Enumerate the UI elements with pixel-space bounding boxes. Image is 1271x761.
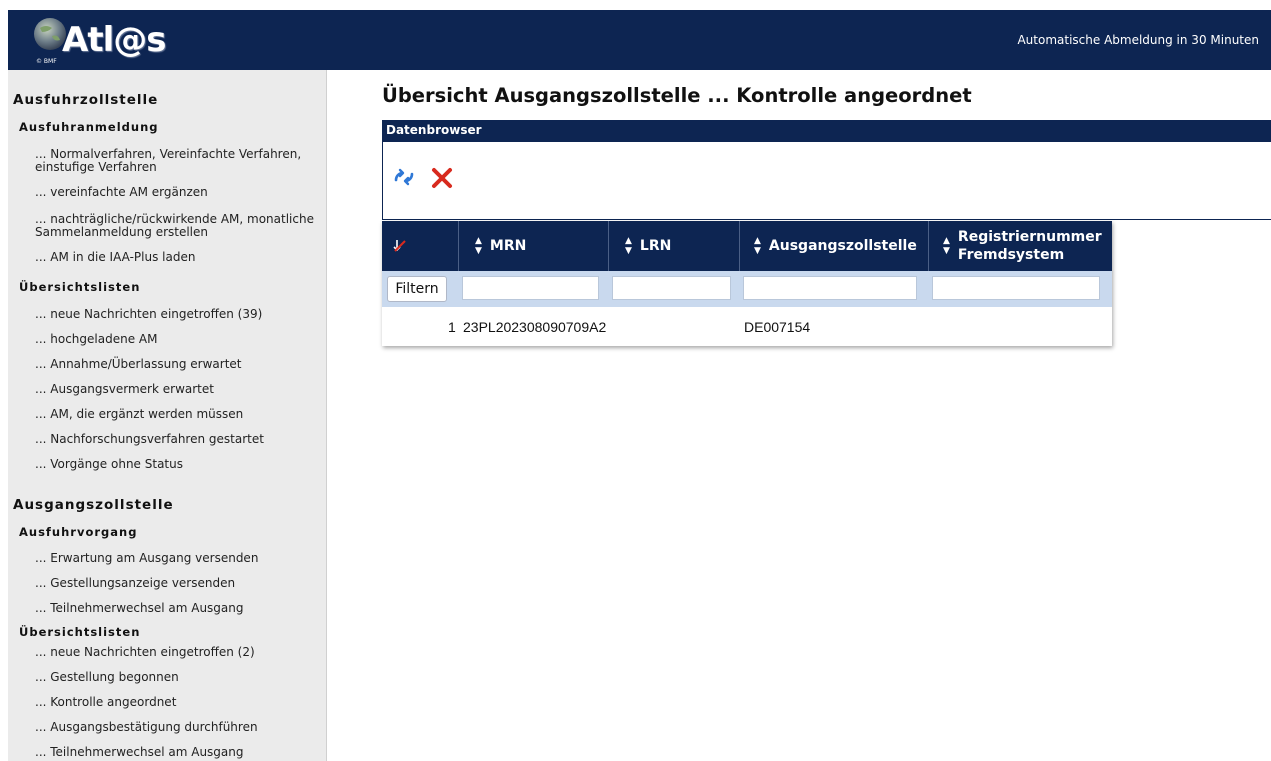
column-header-mrn[interactable]: ▲ ▼ MRN <box>459 221 609 271</box>
sidebar-section-title: Ausfuhrzollstelle <box>13 92 159 108</box>
sidebar-group-title: Übersichtslisten <box>19 625 141 639</box>
sidebar-item-teilnehmerwechsel[interactable]: ... Teilnehmerwechsel am Ausgang <box>35 602 320 615</box>
filter-input-registriernummer[interactable] <box>932 276 1100 300</box>
page: Atl@s © BMF Automatische Abmeldung in 30… <box>8 10 1271 761</box>
clear-sort-icon <box>393 240 406 252</box>
sidebar-group-title: Ausfuhrvorgang <box>19 525 138 539</box>
filter-row: Filtern <box>382 271 1112 307</box>
column-label-registriernummer: Registriernummer Fremdsystem <box>957 229 1102 263</box>
sidebar-group-title: Übersichtslisten <box>19 280 141 294</box>
clear-sort-column[interactable] <box>382 221 459 271</box>
refresh-icon[interactable] <box>392 165 416 189</box>
column-header-lrn[interactable]: ▲ ▼ LRN <box>609 221 740 271</box>
grid-header: ▲ ▼ MRN ▲ ▼ LRN ▲ ▼ Ausgangszollstelle ▲ ▼ R… <box>382 221 1112 271</box>
data-browser-panel: Datenbrowser <box>382 120 1271 220</box>
column-label-mrn: MRN <box>489 238 527 254</box>
sidebar-item-gestellung-begonnen[interactable]: ... Gestellung begonnen <box>35 671 320 684</box>
sort-icon: ▲ ▼ <box>625 236 632 256</box>
filter-input-ausgangszollstelle[interactable] <box>743 276 917 300</box>
sort-icon: ▲ ▼ <box>754 236 761 256</box>
column-label-ausgangszollstelle: Ausgangszollstelle <box>768 238 917 254</box>
sidebar-item-kontrolle-angeordnet[interactable]: ... Kontrolle angeordnet <box>35 696 320 709</box>
filter-input-mrn[interactable] <box>462 276 599 300</box>
data-grid: ▲ ▼ MRN ▲ ▼ LRN ▲ ▼ Ausgangszollstelle ▲ ▼ R… <box>382 221 1112 346</box>
column-header-ausgangszollstelle[interactable]: ▲ ▼ Ausgangszollstelle <box>740 221 929 271</box>
sidebar-item-vereinfachte-am-ergaenzen[interactable]: ... vereinfachte AM ergänzen <box>35 186 320 199</box>
sidebar-item-hochgeladene-am[interactable]: ... hochgeladene AM <box>35 333 320 346</box>
sidebar-nav: Ausfuhrzollstelle Ausfuhranmeldung ... N… <box>8 70 327 761</box>
row-number: 1 <box>448 319 456 335</box>
sidebar-item-am-iaa-plus-laden[interactable]: ... AM in die IAA-Plus laden <box>35 251 320 264</box>
sidebar-item-teilnehmerwechsel-2[interactable]: ... Teilnehmerwechsel am Ausgang <box>35 746 320 759</box>
logo-copyright: © BMF <box>36 58 57 65</box>
filter-button[interactable]: Filtern <box>387 276 447 302</box>
sidebar-item-nachtraegliche-am[interactable]: ... nachträgliche/rückwirkende AM, monat… <box>35 213 320 239</box>
sidebar-item-vorgaenge-ohne-status[interactable]: ... Vorgänge ohne Status <box>35 458 320 471</box>
column-header-registriernummer[interactable]: ▲ ▼ Registriernummer Fremdsystem <box>929 221 1112 271</box>
sidebar-item-ausgangsbestaetigung[interactable]: ... Ausgangsbestätigung durchführen <box>35 721 320 734</box>
filter-input-lrn[interactable] <box>612 276 731 300</box>
page-title: Übersicht Ausgangszollstelle ... Kontrol… <box>382 84 972 107</box>
sidebar-item-ausgangsvermerk-erwartet[interactable]: ... Ausgangsvermerk erwartet <box>35 383 320 396</box>
sidebar-group-title: Ausfuhranmeldung <box>19 120 159 134</box>
sort-icon: ▲ ▼ <box>475 236 482 256</box>
column-label-lrn: LRN <box>639 238 672 254</box>
sidebar-item-am-ergaenzen[interactable]: ... AM, die ergänzt werden müssen <box>35 408 320 421</box>
logo-text: Atl@s <box>62 20 166 60</box>
sidebar-item-nachforschungsverfahren[interactable]: ... Nachforschungsverfahren gestartet <box>35 433 320 446</box>
sidebar-item-erwartung-versenden[interactable]: ... Erwartung am Ausgang versenden <box>35 552 320 565</box>
app-header: Atl@s © BMF Automatische Abmeldung in 30… <box>8 10 1271 70</box>
data-browser-title: Datenbrowser <box>383 121 1271 142</box>
sidebar-item-gestellungsanzeige[interactable]: ... Gestellungsanzeige versenden <box>35 577 320 590</box>
table-row[interactable]: 1 23PL202308090709A2 DE007154 <box>382 315 1112 339</box>
sidebar-item-neue-nachrichten-2[interactable]: ... neue Nachrichten eingetroffen (2) <box>35 646 320 659</box>
sidebar-item-neue-nachrichten[interactable]: ... neue Nachrichten eingetroffen (39) <box>35 308 320 321</box>
cell-ausgangszollstelle: DE007154 <box>744 319 811 335</box>
sidebar-item-annahme-erwartet[interactable]: ... Annahme/Überlassung erwartet <box>35 358 320 371</box>
delete-icon[interactable] <box>430 166 454 190</box>
atlas-logo[interactable]: Atl@s © BMF <box>28 12 168 68</box>
cell-mrn: 23PL202308090709A2 <box>463 319 607 335</box>
sort-icon: ▲ ▼ <box>943 236 950 256</box>
sidebar-item-normalverfahren[interactable]: ... Normalverfahren, Vereinfachte Verfah… <box>35 148 320 174</box>
sidebar-section-title: Ausgangszollstelle <box>13 497 174 513</box>
auto-logout-notice: Automatische Abmeldung in 30 Minuten <box>1017 33 1259 47</box>
